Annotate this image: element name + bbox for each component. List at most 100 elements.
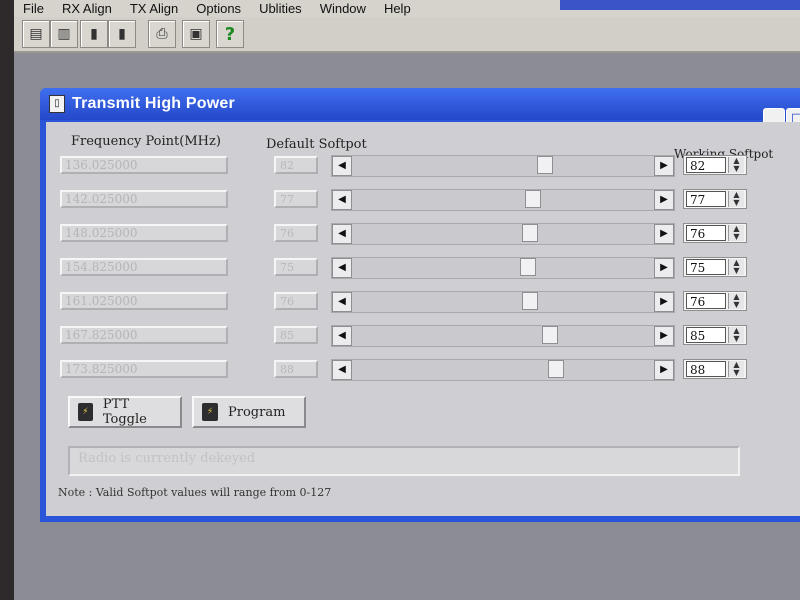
program-label: Program bbox=[228, 404, 286, 420]
scroll-left-icon[interactable]: ◀ bbox=[332, 224, 352, 244]
status-field: Radio is currently dekeyed bbox=[68, 446, 740, 476]
spin-updown-icon[interactable]: ▲ ▼ bbox=[728, 293, 744, 309]
default-softpot-field: 85 bbox=[274, 326, 318, 344]
slider-track[interactable] bbox=[352, 292, 654, 312]
slider-track[interactable] bbox=[352, 156, 654, 176]
slider-thumb[interactable] bbox=[525, 190, 541, 208]
working-softpot-spinner[interactable]: 75 ▲ ▼ bbox=[683, 257, 747, 277]
slider-thumb[interactable] bbox=[548, 360, 564, 378]
slider-thumb[interactable] bbox=[522, 224, 538, 242]
radio-program-icon: ⚡ bbox=[202, 403, 218, 421]
scroll-left-icon[interactable]: ◀ bbox=[332, 258, 352, 278]
softpot-range-note: Note : Valid Softpot values will range f… bbox=[58, 486, 332, 499]
open-file-icon[interactable]: ▤ bbox=[22, 20, 50, 48]
document-icon: ▯ bbox=[49, 95, 65, 113]
radio-icon[interactable]: ▮ bbox=[80, 20, 108, 48]
spin-updown-icon[interactable]: ▲ ▼ bbox=[728, 191, 744, 207]
help-icon[interactable]: ? bbox=[216, 20, 244, 48]
softpot-slider[interactable]: ◀ ▶ bbox=[331, 189, 675, 211]
spin-updown-icon[interactable]: ▲ ▼ bbox=[728, 327, 744, 343]
working-softpot-value[interactable]: 82 bbox=[686, 157, 726, 173]
default-softpot-field: 77 bbox=[274, 190, 318, 208]
frequency-field: 136.025000 bbox=[60, 156, 228, 174]
scroll-right-icon[interactable]: ▶ bbox=[654, 326, 674, 346]
save-file-icon[interactable]: ▥ bbox=[50, 20, 78, 48]
working-softpot-spinner[interactable]: 76 ▲ ▼ bbox=[683, 291, 747, 311]
frequency-field: 142.025000 bbox=[60, 190, 228, 208]
frequency-field: 148.025000 bbox=[60, 224, 228, 242]
slider-thumb[interactable] bbox=[542, 326, 558, 344]
working-softpot-spinner[interactable]: 88 ▲ ▼ bbox=[683, 359, 747, 379]
frequency-field: 173.825000 bbox=[60, 360, 228, 378]
window-title: Transmit High Power bbox=[72, 95, 235, 112]
default-softpot-header: Default Softpot bbox=[266, 137, 367, 152]
spin-updown-icon[interactable]: ▲ ▼ bbox=[728, 361, 744, 377]
left-edge bbox=[0, 0, 14, 600]
slider-thumb[interactable] bbox=[520, 258, 536, 276]
program-button[interactable]: ⚡ Program bbox=[192, 396, 306, 428]
transmit-high-power-window: ▯ Transmit High Power _ □ Frequency Poin… bbox=[40, 88, 800, 522]
working-softpot-spinner[interactable]: 76 ▲ ▼ bbox=[683, 223, 747, 243]
menu-utilities[interactable]: Ublities bbox=[250, 1, 311, 16]
radio-key-icon: ⚡ bbox=[78, 403, 93, 421]
scroll-left-icon[interactable]: ◀ bbox=[332, 190, 352, 210]
scroll-left-icon[interactable]: ◀ bbox=[332, 326, 352, 346]
scroll-right-icon[interactable]: ▶ bbox=[654, 258, 674, 278]
slider-track[interactable] bbox=[352, 326, 654, 346]
softpot-slider[interactable]: ◀ ▶ bbox=[331, 155, 675, 177]
ptt-toggle-label: PTT Toggle bbox=[102, 397, 147, 427]
scroll-left-icon[interactable]: ◀ bbox=[332, 156, 352, 176]
working-softpot-spinner[interactable]: 77 ▲ ▼ bbox=[683, 189, 747, 209]
default-softpot-field: 75 bbox=[274, 258, 318, 276]
menu-file[interactable]: File bbox=[14, 1, 53, 16]
menu-rx-align[interactable]: RX Align bbox=[53, 1, 121, 16]
spin-updown-icon[interactable]: ▲ ▼ bbox=[728, 225, 744, 241]
working-softpot-value[interactable]: 77 bbox=[686, 191, 726, 207]
softpot-slider[interactable]: ◀ ▶ bbox=[331, 291, 675, 313]
working-softpot-value[interactable]: 88 bbox=[686, 361, 726, 377]
menu-options[interactable]: Options bbox=[187, 1, 250, 16]
frequency-field: 154.825000 bbox=[60, 258, 228, 276]
scroll-right-icon[interactable]: ▶ bbox=[654, 156, 674, 176]
spin-updown-icon[interactable]: ▲ ▼ bbox=[728, 259, 744, 275]
menu-help[interactable]: Help bbox=[375, 1, 420, 16]
scroll-right-icon[interactable]: ▶ bbox=[654, 360, 674, 380]
print-icon[interactable]: ⎙ bbox=[148, 20, 176, 48]
scroll-right-icon[interactable]: ▶ bbox=[654, 224, 674, 244]
radio-write-icon[interactable]: ▮ bbox=[108, 20, 136, 48]
working-softpot-value[interactable]: 76 bbox=[686, 293, 726, 309]
ptt-toggle-button[interactable]: ⚡ PTT Toggle bbox=[68, 396, 182, 428]
default-softpot-field: 88 bbox=[274, 360, 318, 378]
scroll-right-icon[interactable]: ▶ bbox=[654, 292, 674, 312]
slider-track[interactable] bbox=[352, 360, 654, 380]
menu-bar: File RX Align TX Align Options Ublities … bbox=[14, 0, 800, 18]
working-softpot-value[interactable]: 85 bbox=[686, 327, 726, 343]
working-softpot-value[interactable]: 75 bbox=[686, 259, 726, 275]
working-softpot-spinner[interactable]: 85 ▲ ▼ bbox=[683, 325, 747, 345]
slider-thumb[interactable] bbox=[522, 292, 538, 310]
scroll-right-icon[interactable]: ▶ bbox=[654, 190, 674, 210]
spin-updown-icon[interactable]: ▲ ▼ bbox=[728, 157, 744, 173]
slider-thumb[interactable] bbox=[537, 156, 553, 174]
softpot-slider[interactable]: ◀ ▶ bbox=[331, 257, 675, 279]
softpot-slider[interactable]: ◀ ▶ bbox=[331, 325, 675, 347]
slider-track[interactable] bbox=[352, 258, 654, 278]
menu-tx-align[interactable]: TX Align bbox=[121, 1, 187, 16]
slider-track[interactable] bbox=[352, 190, 654, 210]
default-softpot-field: 82 bbox=[274, 156, 318, 174]
menu-window[interactable]: Window bbox=[311, 1, 375, 16]
slider-track[interactable] bbox=[352, 224, 654, 244]
default-softpot-field: 76 bbox=[274, 224, 318, 242]
window-titlebar[interactable]: ▯ Transmit High Power bbox=[40, 88, 800, 120]
working-softpot-value[interactable]: 76 bbox=[686, 225, 726, 241]
frequency-header: Frequency Point(MHz) bbox=[71, 134, 221, 149]
scroll-left-icon[interactable]: ◀ bbox=[332, 360, 352, 380]
monitor-icon[interactable]: ▣ bbox=[182, 20, 210, 48]
frequency-field: 167.825000 bbox=[60, 326, 228, 344]
working-softpot-spinner[interactable]: 82 ▲ ▼ bbox=[683, 155, 747, 175]
window-client-area: Frequency Point(MHz) Default Softpot Wor… bbox=[46, 122, 800, 516]
softpot-slider[interactable]: ◀ ▶ bbox=[331, 359, 675, 381]
toolbar: ▤ ▥ ▮ ▮ ⎙ ▣ ? bbox=[14, 17, 800, 53]
scroll-left-icon[interactable]: ◀ bbox=[332, 292, 352, 312]
softpot-slider[interactable]: ◀ ▶ bbox=[331, 223, 675, 245]
